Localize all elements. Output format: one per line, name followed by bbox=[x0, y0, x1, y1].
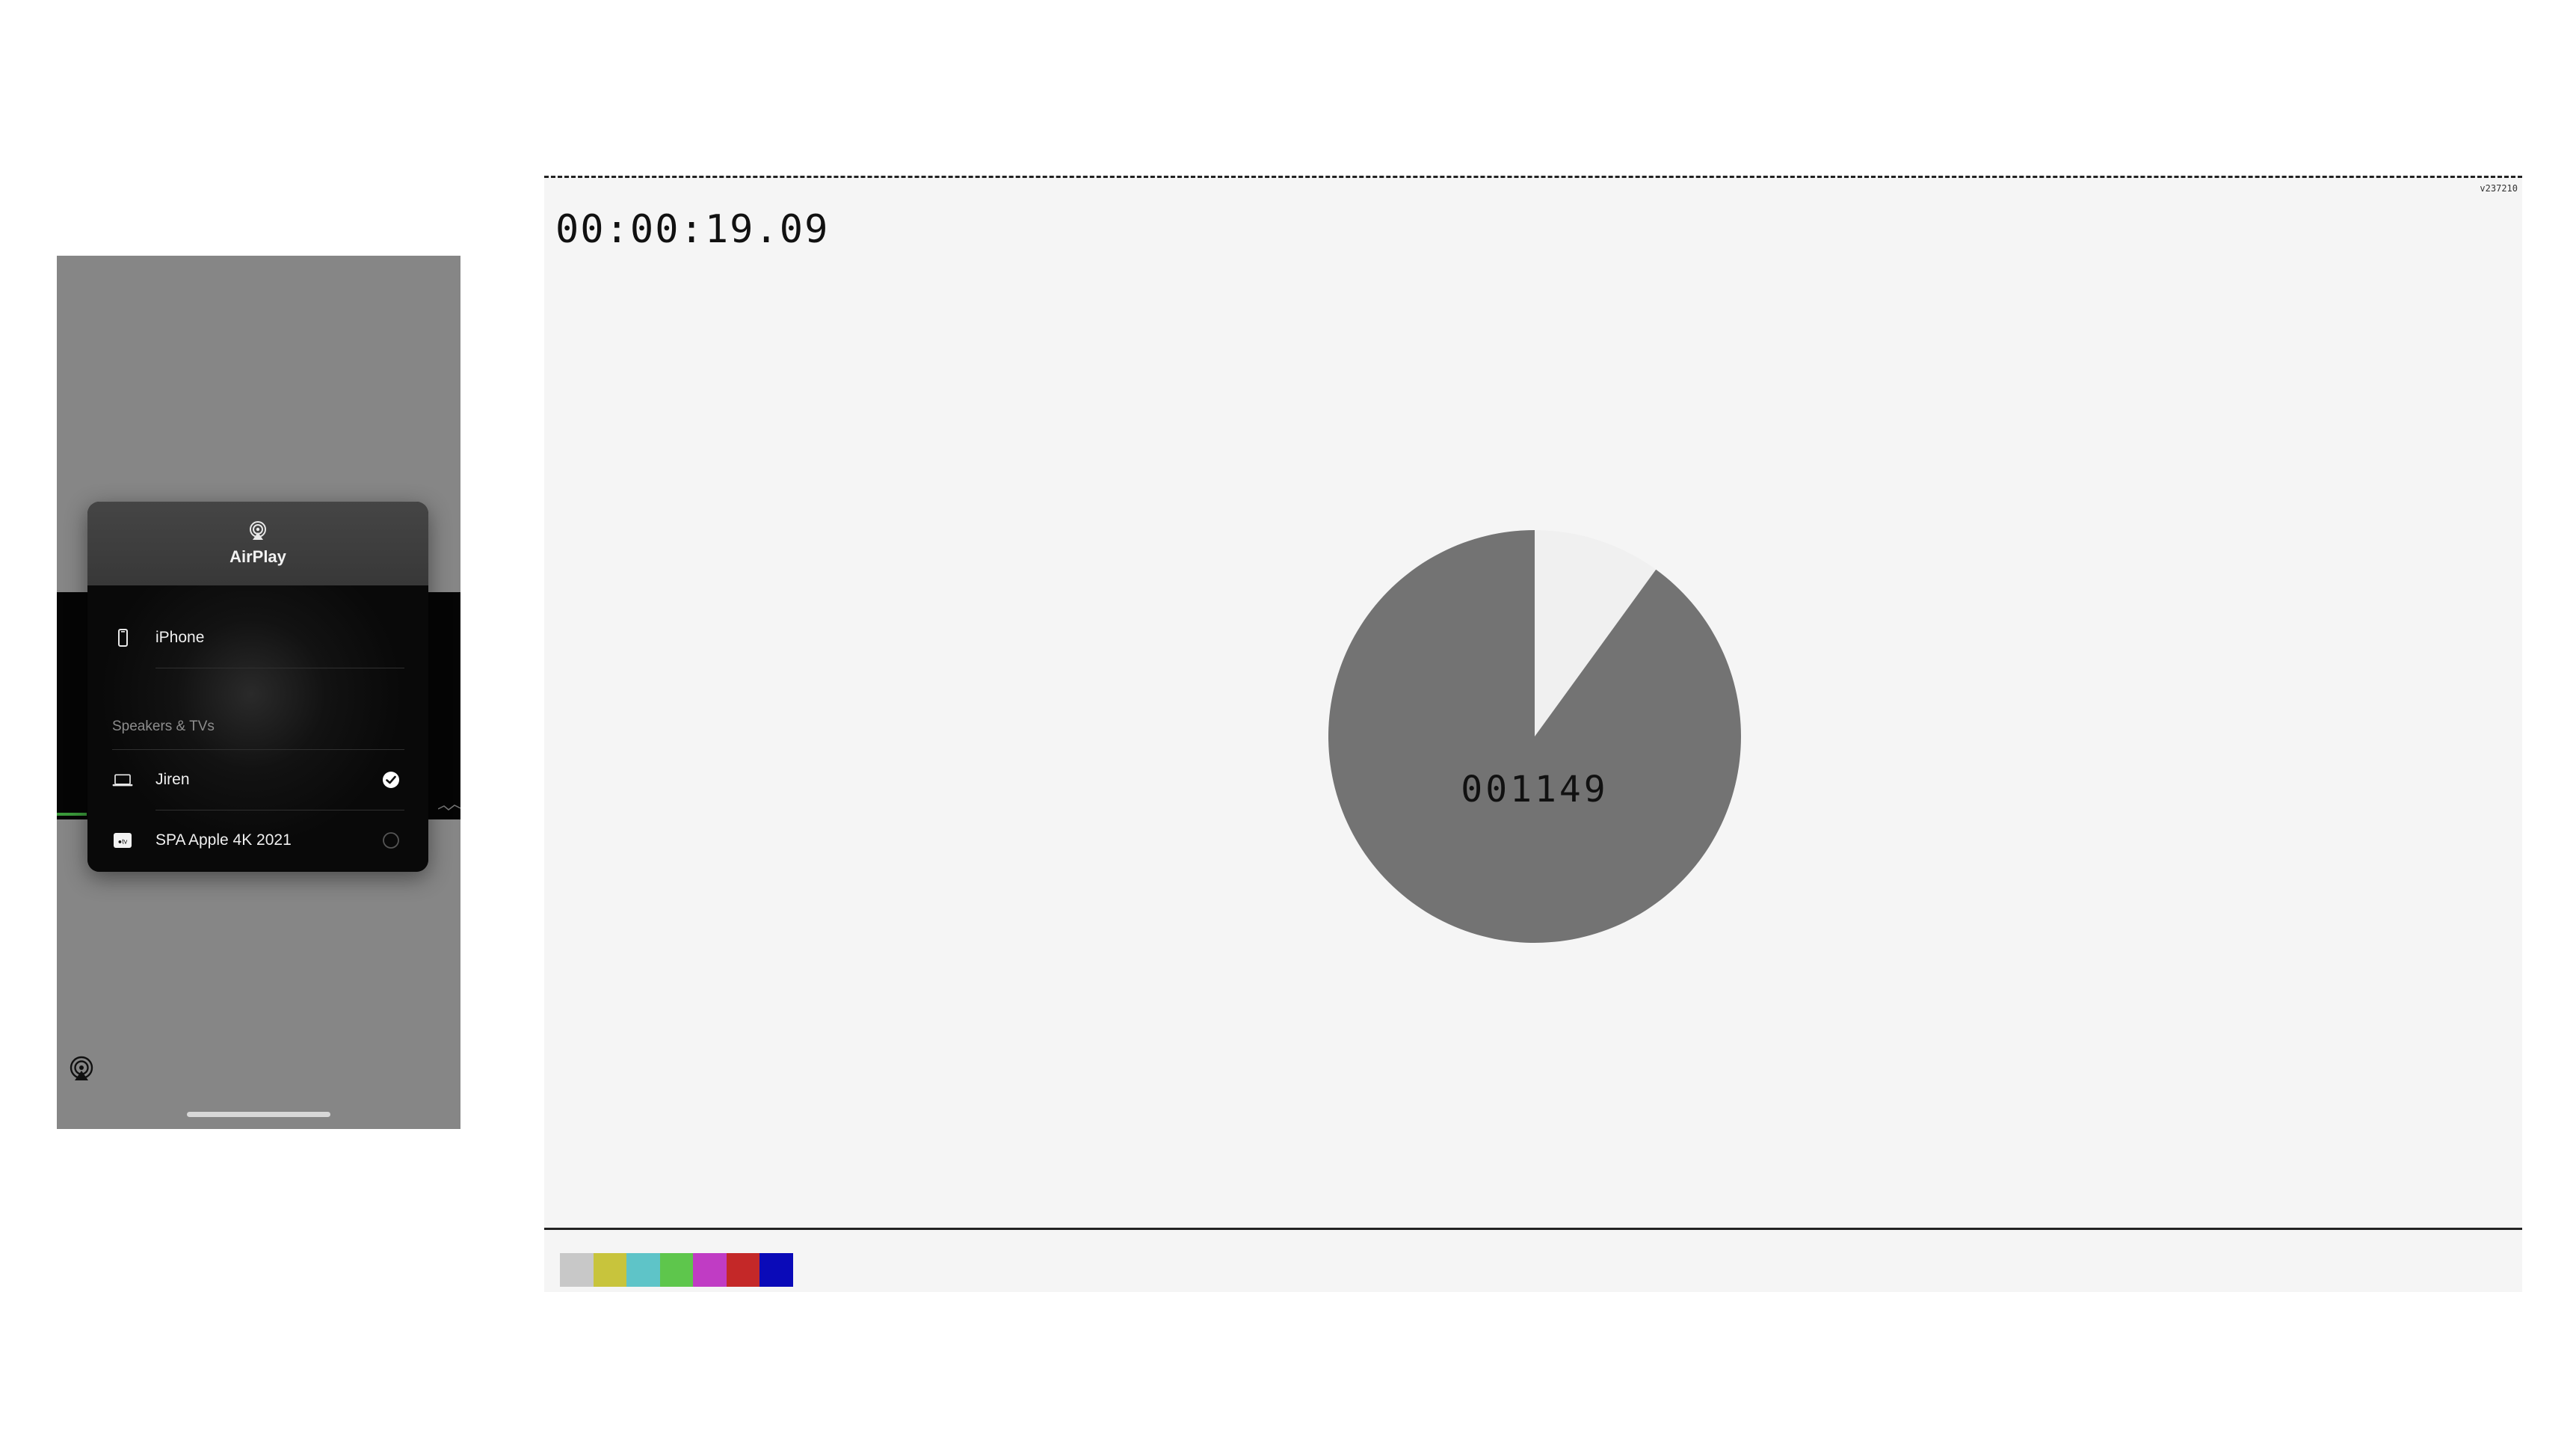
color-bar-6 bbox=[726, 1253, 759, 1287]
test-pattern-display: v237210 00:00:19.09 001149 bbox=[544, 176, 2522, 1292]
airplay-button-icon[interactable] bbox=[68, 1055, 95, 1082]
bottom-rule bbox=[544, 1228, 2522, 1230]
color-bars bbox=[560, 1253, 793, 1287]
airplay-icon bbox=[250, 521, 266, 540]
speakers-section-label: Speakers & TVs bbox=[112, 719, 215, 734]
laptop-icon bbox=[111, 769, 134, 791]
waveform-right bbox=[438, 805, 460, 810]
home-indicator[interactable] bbox=[187, 1112, 330, 1117]
phone-screen: AirPlay iPhone Speakers & TVs Jiren ●tv … bbox=[57, 256, 460, 1129]
airplay-device-list: iPhone Speakers & TVs Jiren ●tv SPA Appl… bbox=[87, 585, 428, 872]
pie-fill-slice bbox=[1328, 530, 1741, 943]
device-label-jiren: Jiren bbox=[155, 771, 190, 788]
device-label-iphone: iPhone bbox=[155, 629, 205, 646]
device-row-iphone[interactable]: iPhone bbox=[87, 608, 428, 668]
frame-counter: 001149 bbox=[1461, 769, 1609, 810]
color-bar-4 bbox=[659, 1253, 693, 1287]
waveform-left bbox=[57, 813, 87, 816]
airplay-title: AirPlay bbox=[229, 547, 286, 566]
color-bar-3 bbox=[626, 1253, 660, 1287]
device-label-apple-tv: SPA Apple 4K 2021 bbox=[155, 831, 292, 849]
device-row-jiren[interactable]: Jiren bbox=[87, 750, 428, 810]
appletv-icon: ●tv bbox=[111, 829, 134, 852]
progress-pie bbox=[1328, 530, 1741, 943]
color-bar-7 bbox=[759, 1253, 793, 1287]
iphone-icon bbox=[111, 627, 134, 649]
airplay-sheet-header: AirPlay bbox=[87, 502, 428, 585]
airplay-sheet: AirPlay iPhone Speakers & TVs Jiren ●tv … bbox=[87, 502, 428, 872]
color-bar-5 bbox=[693, 1253, 727, 1287]
version-label: v237210 bbox=[2480, 183, 2518, 194]
device-row-apple-tv[interactable]: ●tv SPA Apple 4K 2021 bbox=[87, 810, 428, 870]
top-dashed-rule bbox=[544, 176, 2522, 178]
svg-text:●tv: ●tv bbox=[118, 838, 128, 846]
unselected-circle-icon[interactable] bbox=[382, 831, 400, 849]
color-bar-2 bbox=[593, 1253, 626, 1287]
checkmark-selected-icon[interactable] bbox=[382, 771, 400, 789]
color-bar-1 bbox=[560, 1253, 594, 1287]
timecode-display: 00:00:19.09 bbox=[555, 207, 830, 252]
